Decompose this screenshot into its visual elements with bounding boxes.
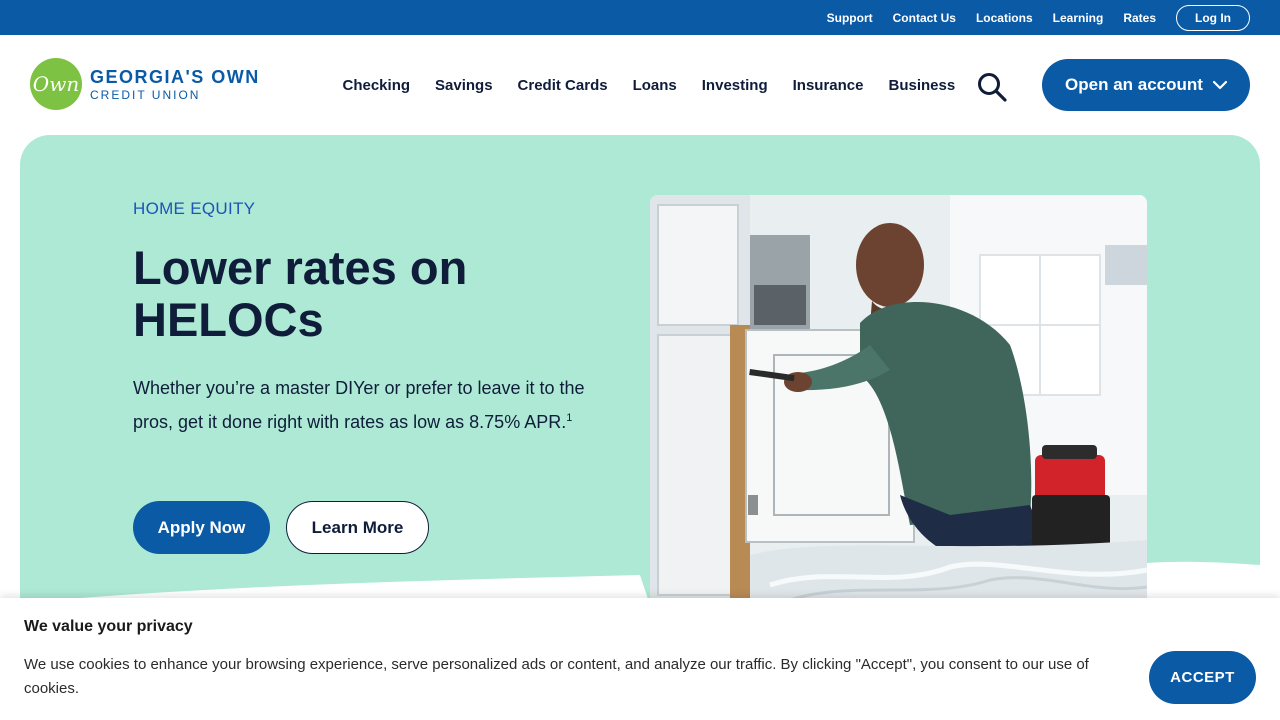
nav-item-checking[interactable]: Checking: [343, 77, 411, 94]
nav-item-credit-cards[interactable]: Credit Cards: [518, 77, 608, 94]
utility-link-learning[interactable]: Learning: [1053, 11, 1104, 25]
nav-item-loans[interactable]: Loans: [633, 77, 677, 94]
learn-more-button[interactable]: Learn More: [286, 501, 429, 554]
logo-subtitle: CREDIT UNION: [90, 87, 201, 102]
open-account-label: Open an account: [1065, 75, 1203, 94]
search-button[interactable]: [976, 71, 1008, 103]
utility-link-rates[interactable]: Rates: [1123, 11, 1156, 25]
nav-item-insurance[interactable]: Insurance: [793, 77, 864, 94]
utility-bar: Support Contact Us Locations Learning Ra…: [0, 0, 1280, 35]
search-icon: [978, 73, 1007, 102]
hero-eyebrow: HOME EQUITY: [133, 199, 256, 218]
main-nav: Checking Savings Credit Cards Loans Inve…: [330, 35, 968, 135]
logo-text: GEORGIA'S OWN CREDIT UNION: [90, 68, 260, 101]
man-repairing-cabinet-illustration: [650, 195, 1147, 605]
logo-name: GEORGIA'S OWN: [90, 66, 260, 87]
hero-title: Lower rates on HELOCs: [133, 241, 468, 346]
hero-photo: [650, 195, 1147, 605]
hero-body: Whether you’re a master DIYer or prefer …: [133, 373, 603, 437]
nav-item-savings[interactable]: Savings: [435, 77, 493, 94]
cookie-banner: We value your privacy We use cookies to …: [0, 598, 1280, 720]
logo[interactable]: Own GEORGIA'S OWN CREDIT UNION: [30, 58, 260, 110]
nav-item-investing[interactable]: Investing: [702, 77, 768, 94]
hero-body-text: Whether you’re a master DIYer or prefer …: [133, 378, 585, 432]
login-button[interactable]: Log In: [1176, 4, 1250, 31]
apply-now-button[interactable]: Apply Now: [133, 501, 270, 554]
logo-mark: Own: [30, 58, 82, 110]
chevron-down-icon: [1212, 80, 1227, 90]
cookie-text: We use cookies to enhance your browsing …: [24, 656, 1089, 697]
hero-section: HOME EQUITY Lower rates on HELOCs Whethe…: [20, 135, 1260, 605]
accept-button[interactable]: ACCEPT: [1149, 651, 1256, 704]
nav-item-business[interactable]: Business: [889, 77, 956, 94]
utility-link-contact-us[interactable]: Contact Us: [893, 11, 956, 25]
utility-links: Support Contact Us Locations Learning Ra…: [807, 0, 1250, 35]
cookie-title: We value your privacy: [24, 618, 193, 635]
site-header: Own GEORGIA'S OWN CREDIT UNION Checking …: [0, 35, 1280, 135]
open-account-button[interactable]: Open an account: [1042, 59, 1250, 111]
hero-footnote[interactable]: 1: [566, 412, 572, 424]
utility-link-locations[interactable]: Locations: [976, 11, 1033, 25]
utility-link-support[interactable]: Support: [827, 11, 873, 25]
